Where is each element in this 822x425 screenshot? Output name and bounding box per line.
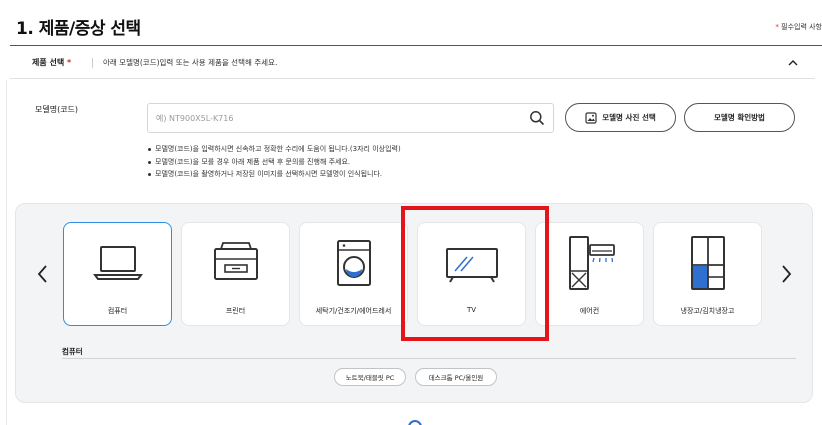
product-card-label: TV [466,306,477,314]
product-select-star: * [67,58,72,67]
chevron-up-icon[interactable] [786,56,800,70]
product-select-description: 아래 모델명(코드)입력 또는 사용 제품을 선택해 주세요. [103,58,278,67]
model-photo-select-button[interactable]: 모델명 사진 선택 [565,103,676,132]
carousel-next-arrow-icon[interactable] [776,262,796,286]
page-left-border [6,80,7,425]
product-select-row: 제품 선택 * 아래 모델명(코드)입력 또는 사용 제품을 선택해 주세요. [10,47,815,79]
label-divider [92,58,93,68]
product-card-label: 세탁기/건조기/에어드레서 [315,307,392,315]
laptop-icon [92,246,143,280]
note-item: 모델명(코드)을 촬영하거나 저장된 이미지를 선택하시면 모델명이 인식됩니다… [147,168,401,181]
air-conditioner-icon [568,236,615,290]
printer-icon [213,242,258,280]
image-icon [585,111,597,124]
product-card-label: 냉장고/김치냉장고 [680,307,735,315]
model-photo-select-label: 모델명 사진 선택 [602,113,656,122]
product-card-washer[interactable]: 세탁기/건조기/에어드레서 [299,222,408,326]
search-icon[interactable] [529,110,545,126]
note-item: 모델명(코드)을 입력하시면 신속하고 정확한 수리에 도움이 됩니다.(3자리… [147,143,401,156]
product-card-refrigerator[interactable]: 냉장고/김치냉장고 [653,222,762,326]
required-note: * 필수입력 사항 [775,22,822,32]
model-code-input[interactable] [156,110,516,127]
product-select-label: 제품 선택 * [32,57,71,68]
scroll-indicator [408,420,422,425]
model-notes-list: 모델명(코드)을 입력하시면 신속하고 정확한 수리에 도움이 됩니다.(3자리… [147,143,401,181]
page-title: 1. 제품/증상 선택 [16,19,141,39]
product-card-label: 프린터 [225,307,246,315]
subcategory-chip-desktop[interactable]: 데스크톱 PC/올인원 [415,368,497,386]
category-label: 컴퓨터 [62,347,83,356]
required-note-text: 필수입력 사항 [781,23,822,31]
section-header: 1. 제품/증상 선택 * 필수입력 사항 [10,0,822,46]
required-star: * [775,23,779,31]
product-card-air-conditioner[interactable]: 에어컨 [535,222,644,326]
product-card-label: 컴퓨터 [107,307,128,315]
category-divider [62,358,796,359]
product-card-tv[interactable]: TV [417,222,526,326]
model-code-label: 모델명(코드) [35,105,79,114]
tv-icon [445,248,498,283]
product-carousel-panel: 컴퓨터 프린터 세탁기/건조기/에어드레서 TV 에어컨 냉장고/김치냉장고 컴… [15,203,813,403]
product-card-label: 에어컨 [579,307,600,315]
product-card-computer[interactable]: 컴퓨터 [63,222,172,326]
subcategory-chip-notebook[interactable]: 노트북/태블릿 PC [334,368,406,386]
product-select-label-text: 제품 선택 [32,58,65,67]
refrigerator-icon [690,236,725,290]
product-card-printer[interactable]: 프린터 [181,222,290,326]
carousel-prev-arrow-icon[interactable] [33,262,53,286]
model-search-box [147,103,554,133]
washer-icon [336,240,371,286]
model-howto-label: 모델명 확인방법 [714,113,765,122]
note-item: 모델명(코드)을 모를 경우 아래 제품 선택 후 문의를 진행해 주세요. [147,156,401,169]
model-howto-button[interactable]: 모델명 확인방법 [684,103,795,132]
